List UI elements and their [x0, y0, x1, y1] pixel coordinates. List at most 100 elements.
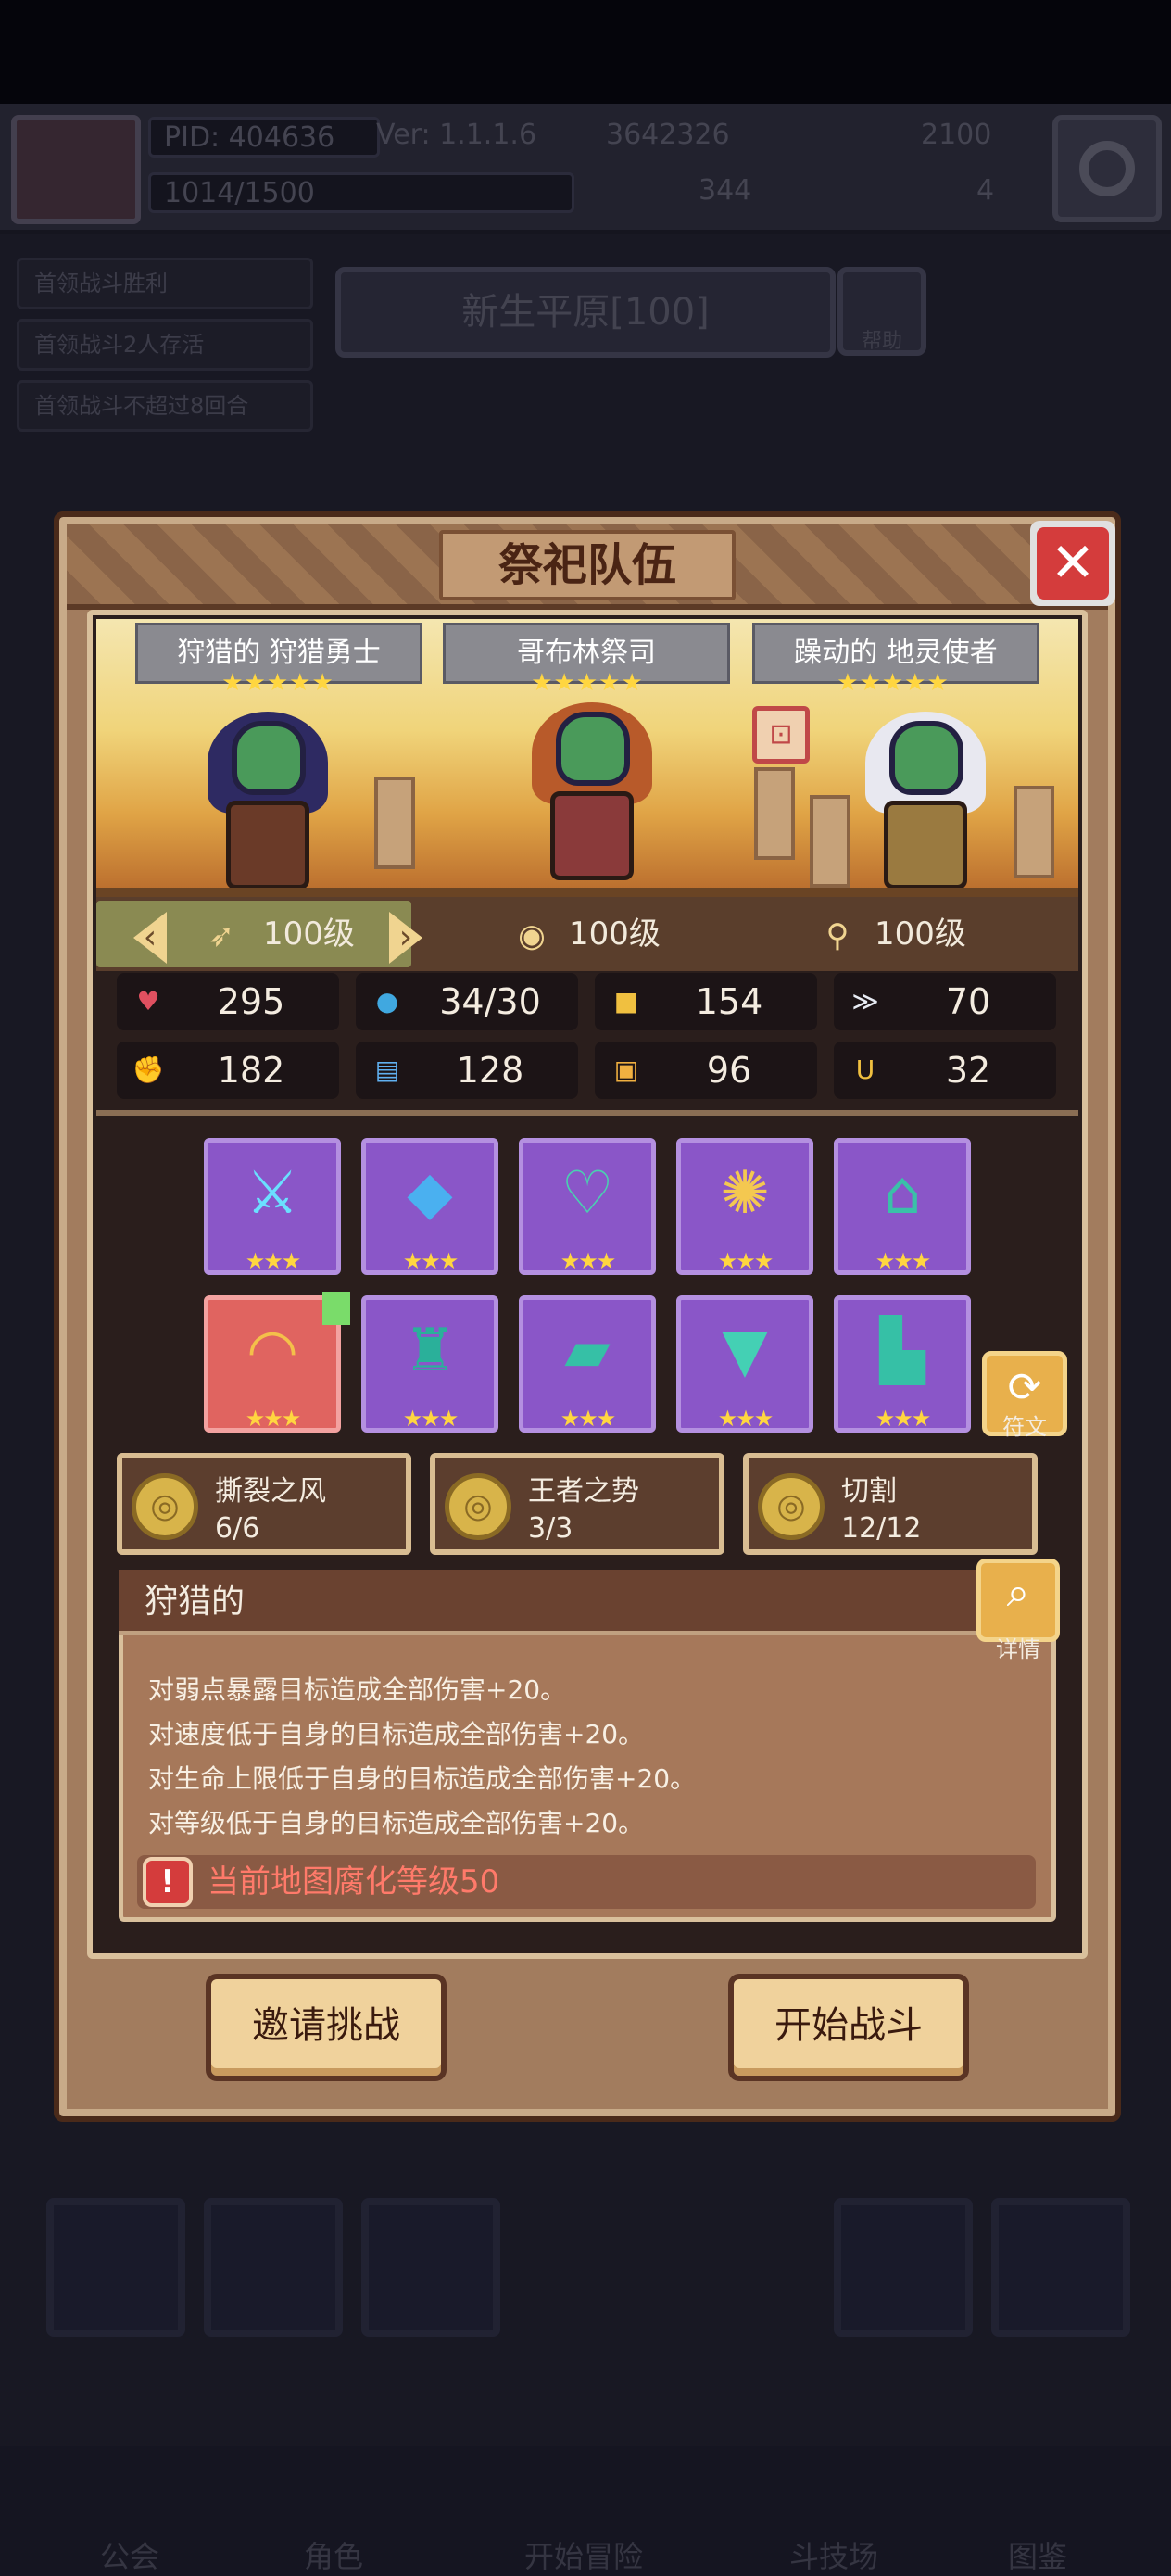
- dialog-title: 祭祀队伍: [497, 539, 676, 591]
- version-text: Ver: 1.1.1.6: [376, 119, 537, 151]
- orb-icon: ◉: [518, 917, 546, 954]
- bg-slot: [46, 2198, 185, 2337]
- nav-adventure[interactable]: 开始冒险: [491, 2469, 676, 2574]
- nav-codex[interactable]: 图鉴: [945, 2469, 1130, 2574]
- equipment-slot-teal-boots[interactable]: ▙ ★★★: [834, 1295, 971, 1433]
- player-avatar[interactable]: [11, 115, 141, 224]
- stat-cell: ▣ 96: [595, 1042, 817, 1099]
- stat-value: 32: [945, 1050, 991, 1091]
- equipment-slot-heart-necklace[interactable]: ♡ ★★★: [519, 1138, 656, 1275]
- shield-icon: ■: [613, 986, 639, 1017]
- equipment-stars: ★★★: [402, 1406, 460, 1432]
- trait-line: 对速度低于自身的目标造成全部伤害+20。: [148, 1719, 645, 1749]
- map-name-banner[interactable]: 新生平原[100]: [335, 267, 836, 358]
- close-icon: ✕: [1037, 527, 1109, 600]
- stat-cell: ■ 154: [595, 973, 817, 1030]
- stat-value: 128: [456, 1050, 524, 1091]
- fence-post: [810, 795, 850, 888]
- stat-value: 96: [706, 1050, 752, 1091]
- equipment-stars: ★★★: [717, 1248, 774, 1274]
- magnifier-icon: ⌕: [1006, 1569, 1030, 1616]
- hero-goblin-priest[interactable]: [523, 702, 661, 888]
- teal-armor-icon: ♜: [403, 1317, 457, 1385]
- book-icon: ▤: [374, 1054, 400, 1085]
- trait-line: 对等级低于自身的目标造成全部伤害+20。: [148, 1808, 645, 1838]
- party-dialog: 祭祀队伍 ✕ ⊡ ⊡ 狩猎的 狩猎勇士 哥布林祭司 躁动的 地灵使者 ★★★★★…: [54, 511, 1121, 2122]
- hero-earth-envoy[interactable]: [856, 712, 995, 897]
- hero-body: [550, 791, 634, 880]
- teal-belt-icon: ▼: [722, 1317, 768, 1385]
- settings-button[interactable]: [1052, 115, 1162, 222]
- golden-shell-icon: ✺: [720, 1159, 770, 1228]
- invite-challenge-button[interactable]: 邀请挑战: [206, 1974, 447, 2081]
- bow-icon: ➶: [208, 917, 235, 954]
- set-bonus[interactable]: ◎ 切割 12/12: [743, 1453, 1038, 1555]
- gear-icon: [1079, 141, 1135, 196]
- stat-value: 70: [945, 981, 991, 1022]
- equipment-slot-teal-helmet[interactable]: ⌂ ★★★: [834, 1138, 971, 1275]
- set-coin-icon: ◎: [758, 1473, 825, 1540]
- bg-slot: [204, 2198, 343, 2337]
- stat-cell: ✊ 182: [117, 1042, 339, 1099]
- hero-level: 100级: [875, 915, 966, 953]
- set-count: 3/3: [528, 1512, 573, 1545]
- hero-hunter[interactable]: [198, 712, 337, 897]
- horseshoe-icon: U: [855, 1054, 875, 1085]
- equipment-stars: ★★★: [245, 1406, 302, 1432]
- pid-text: PID: 404636: [148, 117, 380, 158]
- staff-icon: ⚲: [825, 917, 850, 954]
- nav-character[interactable]: 角色: [241, 2469, 426, 2574]
- equipment-stars: ★★★: [875, 1406, 932, 1432]
- set-coin-icon: ◎: [445, 1473, 511, 1540]
- hero-head: [232, 721, 306, 795]
- equipment-slot-rune-card[interactable]: ◆ ★★★: [361, 1138, 498, 1275]
- stat-cell: ● 34/30: [356, 973, 578, 1030]
- hero-stars: ★★★★★: [221, 669, 334, 697]
- equipment-stars: ★★★: [245, 1248, 302, 1274]
- nav-guild[interactable]: 公会: [37, 2469, 222, 2574]
- section-divider: [96, 1110, 1078, 1116]
- stat-cell: ≫ 70: [834, 973, 1056, 1030]
- heart-necklace-icon: ♡: [560, 1159, 614, 1228]
- equipment-slot-teal-bracer[interactable]: ▰ ★★★: [519, 1295, 656, 1433]
- equipment-slot-ice-sword[interactable]: ⚔ ★★★: [204, 1138, 341, 1275]
- equipment-stars: ★★★: [560, 1248, 617, 1274]
- fence-post: [754, 767, 795, 860]
- gem-text: 2100: [921, 119, 992, 151]
- hero-level: 100级: [569, 915, 661, 953]
- key-text: 4: [976, 174, 995, 207]
- armor-icon: ▣: [613, 1054, 639, 1085]
- close-button[interactable]: ✕: [1030, 521, 1115, 606]
- set-bonus[interactable]: ◎ 王者之势 3/3: [430, 1453, 724, 1555]
- help-button[interactable]: 帮助: [837, 267, 926, 356]
- nav-arena[interactable]: 斗技场: [741, 2469, 926, 2574]
- equipment-slot-teal-armor[interactable]: ♜ ★★★: [361, 1295, 498, 1433]
- start-battle-button[interactable]: 开始战斗: [728, 1974, 969, 2081]
- stat-cell: ♥ 295: [117, 973, 339, 1030]
- quest-item: 首领战斗不超过8回合: [17, 380, 313, 432]
- detail-button[interactable]: ⌕: [976, 1559, 1060, 1642]
- equipment-slot-straw-hat[interactable]: ◠ ★★★: [204, 1295, 341, 1433]
- bottom-nav: 公会 角色 开始冒险 斗技场 图鉴: [0, 2446, 1171, 2576]
- equipment-stars: ★★★: [560, 1406, 617, 1432]
- stat-value: 182: [217, 1050, 285, 1091]
- fence-post: [374, 777, 415, 869]
- teal-boots-icon: ▙: [879, 1317, 925, 1385]
- equipment-stars: ★★★: [875, 1248, 932, 1274]
- upgrade-flag-icon: [322, 1292, 350, 1325]
- trait-header: [119, 1570, 993, 1635]
- stat-value: 154: [695, 981, 763, 1022]
- heart-icon: ♥: [136, 986, 160, 1017]
- equipment-stars: ★★★: [717, 1406, 774, 1432]
- ice-sword-icon: ⚔: [246, 1159, 299, 1228]
- equipment-stars: ★★★: [402, 1248, 460, 1274]
- teal-bracer-icon: ▰: [564, 1317, 611, 1385]
- set-bonus[interactable]: ◎ 撕裂之风 6/6: [117, 1453, 411, 1555]
- equipment-slot-golden-shell[interactable]: ✺ ★★★: [676, 1138, 813, 1275]
- equipment-slot-teal-belt[interactable]: ▼ ★★★: [676, 1295, 813, 1433]
- rune-card-icon: ◆: [407, 1159, 453, 1228]
- detail-label: 详情: [996, 1636, 1040, 1662]
- wing-icon: ≫: [851, 986, 879, 1017]
- hero-body: [226, 801, 309, 890]
- hero-head: [556, 712, 630, 786]
